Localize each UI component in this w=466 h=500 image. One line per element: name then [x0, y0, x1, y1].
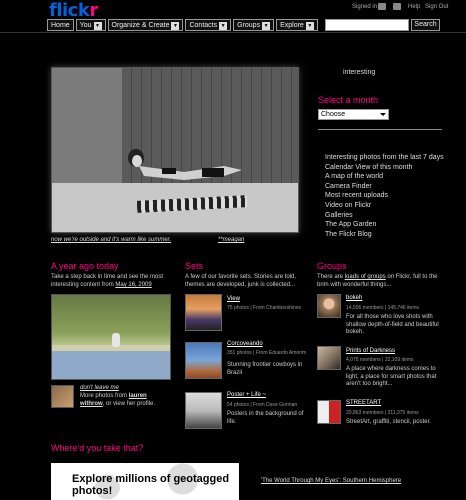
- chevron-down-icon[interactable]: ▼: [93, 21, 102, 30]
- loads-of-groups-link[interactable]: loads of groups: [345, 274, 386, 280]
- year-ago-intro: Take a step back in time and see the mos…: [51, 274, 164, 288]
- photo-subject: [128, 149, 242, 180]
- search-button[interactable]: Search: [411, 19, 440, 31]
- year-ago-date-link[interactable]: May 16, 2009: [115, 282, 151, 288]
- buddy-icon[interactable]: [378, 3, 386, 10]
- year-ago-heading: A year ago today: [51, 261, 119, 271]
- group-thumb-streetart[interactable]: [317, 400, 341, 424]
- group-meta: 4,075 members | 22,109 items: [346, 357, 414, 363]
- interesting-hero-photo[interactable]: [51, 67, 299, 233]
- group-meta: 14,506 members | 145,746 items: [346, 305, 420, 311]
- group-desc: A place where darkness comes to light, a…: [346, 366, 437, 387]
- sign-out-link[interactable]: Sign Out: [425, 4, 448, 10]
- nav-contacts[interactable]: Contacts ▼: [185, 19, 232, 31]
- link-calendar-view[interactable]: Calendar View of this month: [325, 163, 444, 173]
- set-title-view[interactable]: View: [227, 296, 240, 302]
- set-desc: Stunning frontier cowboys in Brazil: [227, 362, 303, 376]
- link-flickr-blog[interactable]: The Flickr Blog: [325, 230, 444, 240]
- hero-credit-link[interactable]: **meagan: [218, 237, 244, 243]
- nav-explore[interactable]: Explore ▼: [276, 19, 318, 31]
- southern-hemisphere-link[interactable]: 'The World Through My Eyes': Southern He…: [261, 477, 411, 485]
- link-world-map[interactable]: A map of the world: [325, 172, 444, 182]
- set-thumb-corcoveando[interactable]: [185, 342, 222, 379]
- groups-intro: There are loads of groups on Flickr, ful…: [317, 274, 438, 288]
- nav-organize-create[interactable]: Organize & Create ▼: [107, 19, 184, 31]
- divider: [318, 129, 442, 130]
- group-desc: For all those who love shots with shallo…: [346, 314, 439, 335]
- chevron-down-icon[interactable]: ▼: [262, 21, 271, 30]
- set-thumb-poster-life[interactable]: [185, 392, 222, 429]
- link-galleries[interactable]: Galleries: [325, 211, 444, 221]
- nav-you[interactable]: You ▼: [75, 19, 106, 31]
- interesting-label: interesting: [343, 69, 376, 76]
- sets-heading: Sets: [185, 261, 204, 271]
- set-meta: 351 photos | From Eduardo Amorim: [227, 350, 307, 356]
- nav-home[interactable]: Home: [47, 19, 74, 31]
- group-thumb-prints-of-darkness[interactable]: [317, 346, 341, 370]
- set-meta: 75 photos | From Chambershines: [227, 305, 302, 311]
- mail-icon[interactable]: [393, 3, 401, 10]
- link-recent-uploads[interactable]: Most recent uploads: [325, 191, 444, 201]
- nav-groups[interactable]: Groups ▼: [233, 19, 275, 31]
- set-desc: Posters in the background of life.: [227, 411, 304, 425]
- select-month-heading: Select a month: [318, 95, 379, 105]
- where-heading: Where'd you take that?: [51, 443, 144, 453]
- search-input[interactable]: [325, 19, 409, 31]
- help-link[interactable]: Help: [408, 4, 420, 10]
- group-meta: 20,863 members | 211,375 items: [346, 410, 419, 416]
- year-ago-more: More photos from lauren withrow, or view…: [80, 393, 156, 407]
- year-ago-photo[interactable]: [51, 294, 171, 380]
- main-nav: Home You ▼ Organize & Create ▼ Contacts ▼ G…: [47, 19, 318, 31]
- link-video[interactable]: Video on Flickr: [325, 201, 444, 211]
- month-select[interactable]: Choose: [318, 109, 389, 120]
- link-interesting-7-days[interactable]: Interesting photos from the last 7 days: [325, 153, 444, 163]
- explore-links: Interesting photos from the last 7 days …: [325, 153, 444, 239]
- chevron-down-icon: [380, 113, 386, 116]
- set-title-corcoveando[interactable]: Corcoveando: [227, 341, 263, 347]
- set-title-poster-life[interactable]: Poster + Life ~: [227, 392, 266, 398]
- hero-caption-link[interactable]: now we're outside and it's warm like sum…: [51, 237, 171, 243]
- chevron-down-icon[interactable]: ▼: [219, 21, 228, 30]
- avatar[interactable]: [51, 385, 74, 408]
- group-title-streetart[interactable]: STREETART: [346, 400, 381, 406]
- year-ago-photo-title[interactable]: don't leave me: [80, 384, 119, 392]
- link-camera-finder[interactable]: Camera Finder: [325, 182, 444, 192]
- set-meta: 54 photos | From Dave Gorman: [227, 402, 298, 408]
- top-bar: flickr Signed in as Help Sign Out Home Y…: [0, 0, 466, 33]
- group-title-bokeh[interactable]: bokeh: [346, 295, 362, 301]
- chevron-down-icon[interactable]: ▼: [305, 21, 314, 30]
- group-title-prints-of-darkness[interactable]: Prints of Darkness: [346, 348, 395, 354]
- group-thumb-bokeh[interactable]: [317, 294, 341, 318]
- link-app-garden[interactable]: The App Garden: [325, 220, 444, 230]
- sets-intro: A few of our favorite sets. Stories are …: [185, 274, 297, 288]
- group-desc: StreetArt, graffiti, stencil, poster.: [346, 419, 431, 425]
- groups-heading: Groups: [317, 261, 347, 271]
- geotag-map-promo[interactable]: Explore millions of geotagged photos!: [51, 463, 239, 500]
- chevron-down-icon[interactable]: ▼: [171, 21, 180, 30]
- set-thumb-view[interactable]: [185, 294, 222, 331]
- flickr-logo[interactable]: flickr: [49, 0, 98, 21]
